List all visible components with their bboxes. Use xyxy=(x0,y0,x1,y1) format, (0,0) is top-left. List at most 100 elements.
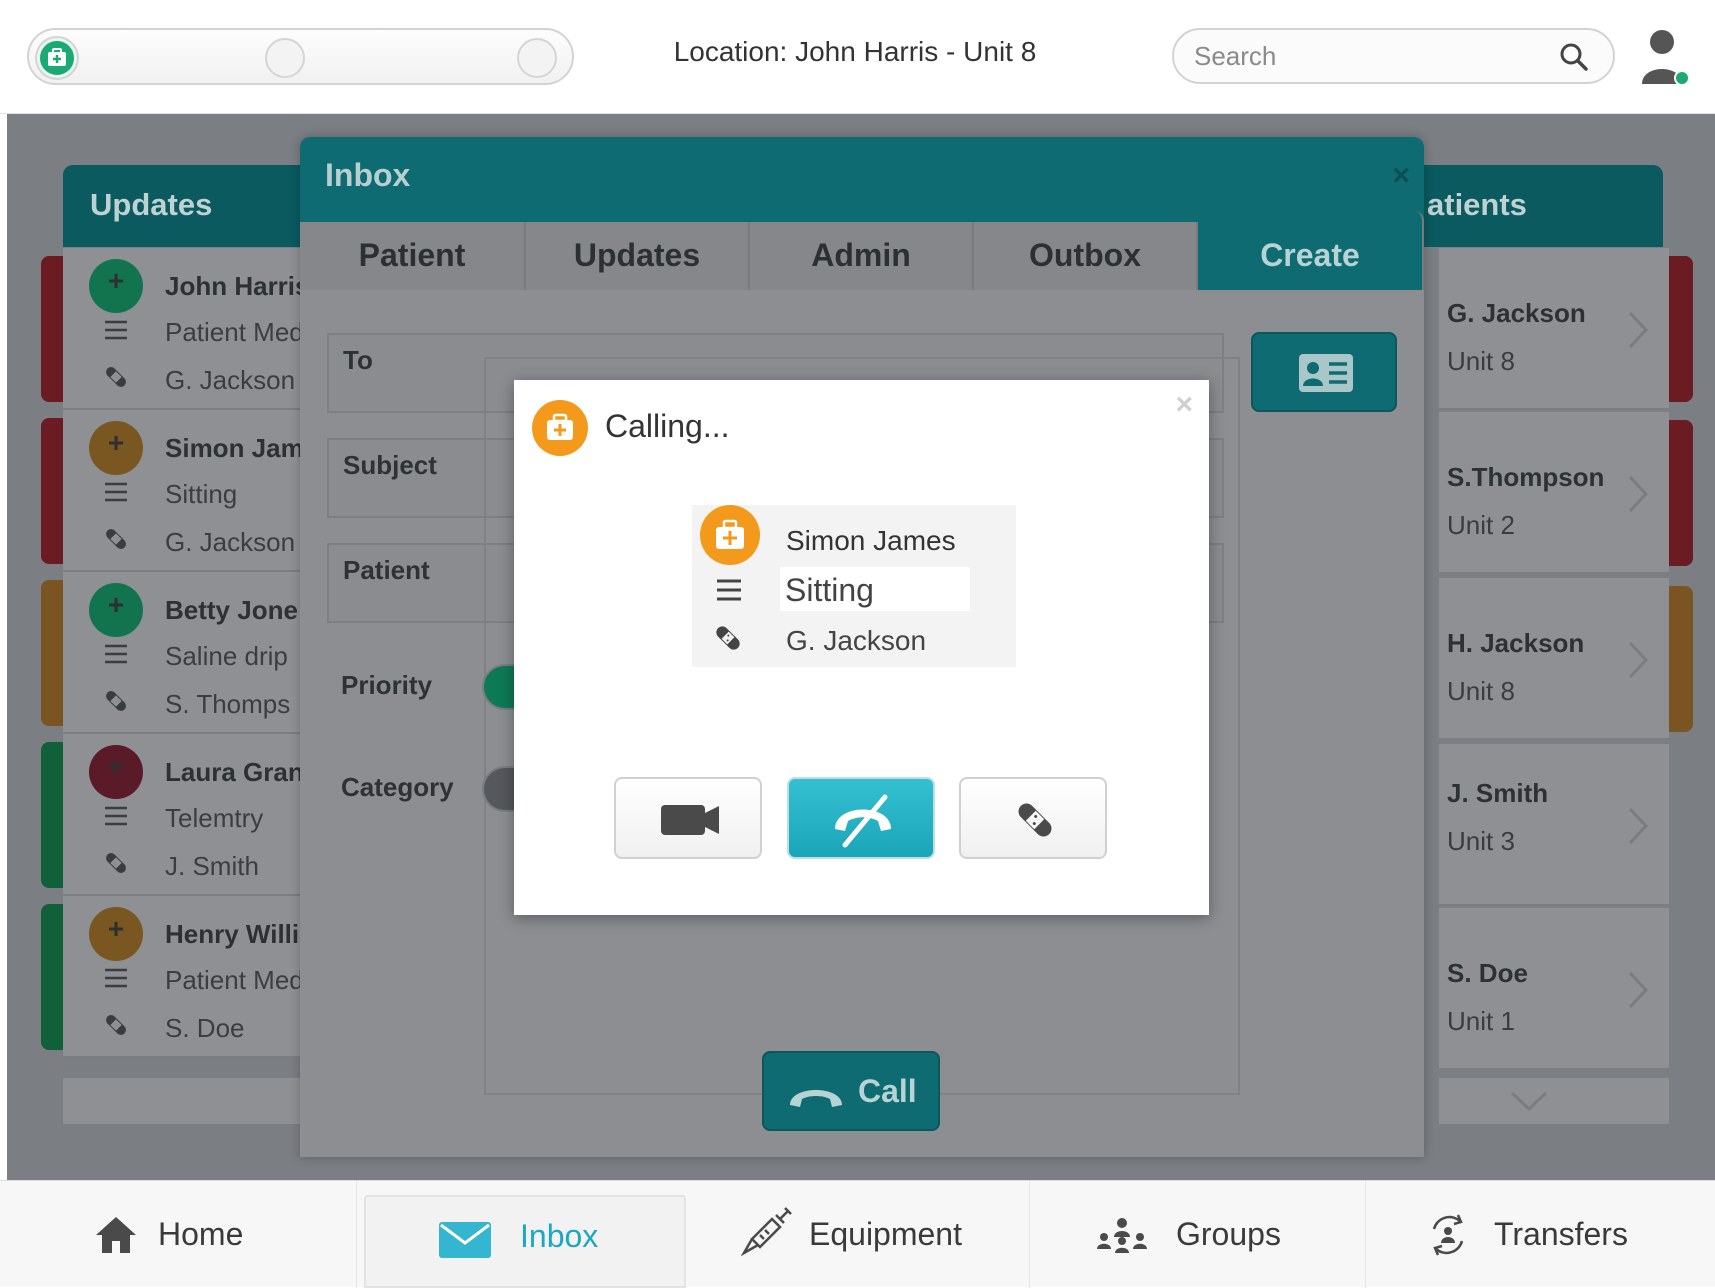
inbox-header: Inbox × xyxy=(300,137,1424,222)
nurse-transfer-button[interactable] xyxy=(959,777,1107,859)
patient-card[interactable]: S.Thompson Unit 2 xyxy=(1439,412,1693,574)
search-box[interactable] xyxy=(1172,28,1615,84)
nav-equipment[interactable]: Equipment xyxy=(694,1181,1030,1288)
status-stripe xyxy=(1669,586,1693,732)
syringe-icon xyxy=(740,1207,792,1257)
unit-option-3[interactable] xyxy=(517,38,557,78)
patient-card-name: H. Jackson xyxy=(1447,628,1585,658)
update-card[interactable]: Henry Willi Patient Med S. Doe xyxy=(41,896,313,1058)
patient-card[interactable]: S. Doe Unit 1 xyxy=(1439,908,1669,1070)
status-stripe xyxy=(41,418,63,564)
update-card[interactable]: Laura Gran Telemtry J. Smith xyxy=(41,734,313,896)
list-icon xyxy=(105,806,127,826)
nurse-name: S. Thomps xyxy=(165,689,291,719)
call-button[interactable]: Call xyxy=(762,1051,940,1131)
medical-kit-icon xyxy=(89,745,143,799)
nav-transfers[interactable]: Transfers xyxy=(1366,1181,1715,1288)
patient-name: Laura Gran xyxy=(165,757,304,787)
list-icon xyxy=(105,320,127,340)
update-card[interactable]: John Harris Patient Med G. Jackson xyxy=(41,248,313,410)
caller-name: Simon James xyxy=(786,525,956,556)
medical-kit-icon xyxy=(700,505,760,565)
location-label: Location: John Harris - Unit 8 xyxy=(673,36,1037,67)
update-card[interactable]: Simon Jam Sitting G. Jackson xyxy=(41,410,313,572)
close-icon[interactable]: × xyxy=(1175,388,1193,422)
phone-hangup-icon xyxy=(835,794,891,848)
tab-admin[interactable]: Admin xyxy=(750,222,974,290)
list-icon xyxy=(105,482,127,502)
tab-outbox[interactable]: Outbox xyxy=(974,222,1198,290)
update-detail: Saline drip xyxy=(165,641,288,671)
video-call-button[interactable] xyxy=(614,777,762,859)
unit-selector[interactable] xyxy=(27,28,574,85)
status-stripe xyxy=(41,256,63,402)
nav-transfers-label: Transfers xyxy=(1494,1216,1628,1252)
update-detail: Patient Med xyxy=(165,317,304,347)
bottom-nav: Home Inbox Equipment Groups Transfers xyxy=(0,1180,1715,1288)
to-label: To xyxy=(343,345,373,375)
inbox-title: Inbox xyxy=(325,157,411,193)
contact-card-button[interactable] xyxy=(1251,332,1397,412)
search-icon[interactable] xyxy=(1559,42,1589,72)
patient-name: Simon Jam xyxy=(165,433,304,463)
chevron-down-icon xyxy=(1510,1091,1548,1112)
caller-nurse: G. Jackson xyxy=(786,625,927,656)
update-card[interactable]: Betty Jone Saline drip S. Thomps xyxy=(41,572,313,734)
mail-icon xyxy=(439,1222,491,1258)
patient-card[interactable]: G. Jackson Unit 8 xyxy=(1439,248,1693,410)
patient-card-name: S. Doe xyxy=(1447,958,1528,988)
bandage-icon xyxy=(106,529,126,549)
calling-title: Calling... xyxy=(605,408,730,444)
patient-card-name: S.Thompson xyxy=(1447,462,1605,492)
tab-create[interactable]: Create xyxy=(1198,211,1424,290)
patient-name: John Harris xyxy=(165,271,310,301)
chevron-right-icon xyxy=(1628,971,1649,1009)
patient-card-unit: Unit 2 xyxy=(1447,510,1515,540)
list-icon xyxy=(717,579,741,601)
nurse-name: S. Doe xyxy=(165,1013,245,1043)
nav-home[interactable]: Home xyxy=(0,1181,357,1288)
nav-home-label: Home xyxy=(158,1216,244,1252)
patient-card[interactable]: J. Smith Unit 3 xyxy=(1439,744,1669,906)
close-icon[interactable]: × xyxy=(1392,159,1410,193)
medical-kit-icon xyxy=(532,400,588,456)
tab-updates[interactable]: Updates xyxy=(526,222,750,290)
user-icon[interactable] xyxy=(1638,28,1690,88)
patient-card-unit: Unit 1 xyxy=(1447,1006,1515,1036)
medical-kit-icon xyxy=(89,583,143,637)
transfers-icon xyxy=(1432,1214,1464,1256)
tab-patient[interactable]: Patient xyxy=(300,222,526,290)
update-detail: Patient Med xyxy=(165,965,304,995)
updates-scroll-more[interactable] xyxy=(63,1078,313,1126)
nav-groups[interactable]: Groups xyxy=(1030,1181,1366,1288)
nurse-name: J. Smith xyxy=(165,851,259,881)
unit-option-active[interactable] xyxy=(37,38,77,78)
nav-groups-label: Groups xyxy=(1176,1216,1281,1252)
medical-kit-icon xyxy=(48,48,66,66)
patients-scroll-more[interactable] xyxy=(1439,1078,1669,1126)
call-button-label: Call xyxy=(858,1073,917,1109)
search-input[interactable] xyxy=(1194,41,1544,71)
contact-card-icon xyxy=(1299,354,1353,392)
hang-up-button[interactable] xyxy=(787,777,935,859)
nav-equipment-label: Equipment xyxy=(809,1216,962,1252)
status-stripe xyxy=(41,904,63,1050)
calling-dialog: Calling... × Simon James Sitting G. Jack… xyxy=(514,380,1209,915)
chevron-right-icon xyxy=(1628,641,1649,679)
medical-kit-icon xyxy=(89,421,143,475)
medical-kit-icon xyxy=(89,907,143,961)
updates-panel-title: Updates xyxy=(90,187,213,222)
patient-card-unit: Unit 8 xyxy=(1447,676,1515,706)
nav-inbox[interactable]: Inbox xyxy=(364,1195,686,1288)
bandage-icon xyxy=(106,691,126,711)
caller-card: Simon James Sitting G. Jackson xyxy=(692,505,1016,667)
list-icon xyxy=(105,644,127,664)
video-camera-icon xyxy=(661,805,719,835)
patient-card[interactable]: H. Jackson Unit 8 xyxy=(1439,578,1693,740)
nurse-name: G. Jackson xyxy=(165,527,296,557)
bandage-icon xyxy=(106,1015,126,1035)
unit-option-2[interactable] xyxy=(265,38,305,78)
medical-kit-icon xyxy=(89,259,143,313)
bandage-icon xyxy=(1018,803,1052,837)
update-detail: Telemtry xyxy=(165,803,264,833)
